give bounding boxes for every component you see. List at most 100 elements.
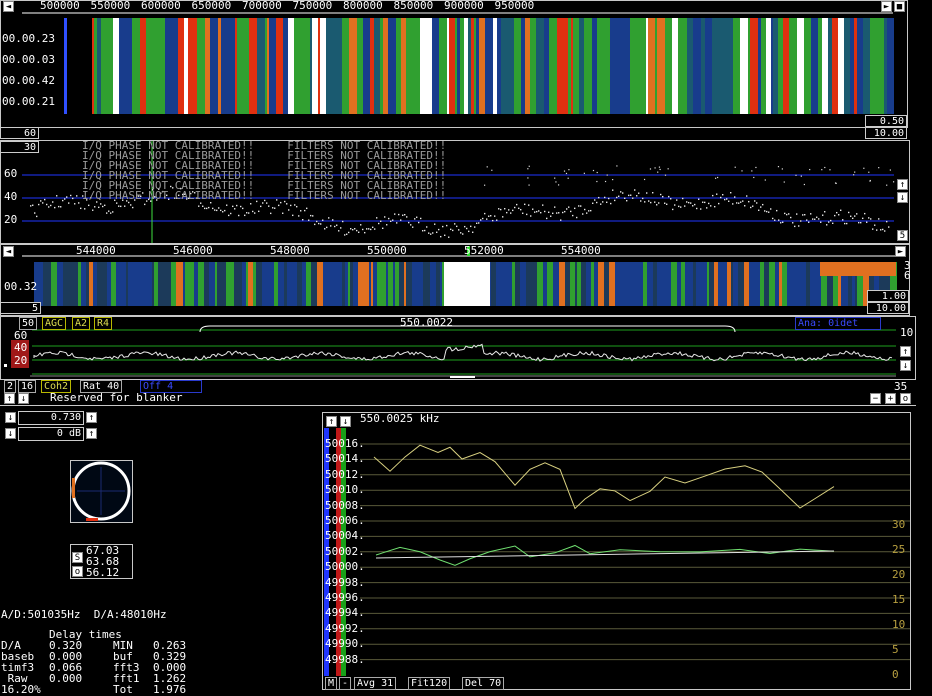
freq-y-label: 50002.	[325, 544, 365, 558]
hires-tick-label: 550000	[367, 244, 407, 257]
spectrum-up-button[interactable]: ↑	[897, 179, 908, 190]
close-button[interactable]: ■	[894, 1, 905, 12]
s-button[interactable]: S	[72, 552, 83, 563]
freq-plot-up[interactable]: ↑	[326, 416, 337, 427]
hires-tick-label: 552000	[464, 244, 504, 257]
delay-label: 16.20%	[1, 683, 41, 696]
agc-button[interactable]: AGC	[42, 317, 67, 330]
delay-value: 0.000	[49, 672, 83, 685]
s-meter-frame	[70, 460, 133, 523]
hires-left-value[interactable]: 5	[0, 302, 41, 314]
o-button[interactable]: o	[72, 566, 83, 577]
bb-up-button[interactable]: ↑	[900, 346, 911, 357]
freq-y-label: 49996.	[325, 591, 365, 604]
blanker-plus[interactable]: +	[885, 393, 896, 404]
spectrum-y-label: 40	[4, 190, 18, 203]
freq-plot-frame	[322, 412, 911, 690]
r4-button[interactable]: R4	[94, 317, 113, 330]
freq-tick-label: 550000	[90, 0, 131, 12]
bb-y-label: 20	[14, 354, 28, 367]
hires-range-value[interactable]: 10.00	[867, 302, 909, 314]
volume-value[interactable]: 0.730	[18, 411, 84, 425]
freq-tick-label: 850000	[393, 0, 434, 12]
freq-y-label: 50000.	[325, 560, 365, 574]
freq-y-label: 50004.	[325, 529, 365, 543]
hires-gain-value[interactable]: 1.00	[867, 290, 909, 302]
time-label: 00.00.23	[2, 32, 55, 45]
freq-y-label: 50014.	[325, 452, 365, 466]
freq-y-label: 49992.	[325, 621, 365, 635]
spectrum-y-label: 20	[4, 213, 18, 226]
freq-right-label: 10	[892, 618, 906, 631]
freq-plot-down[interactable]: ↓	[340, 416, 351, 427]
db-value[interactable]: 0 dB	[18, 427, 84, 441]
bb-mode-box[interactable]: Ana: 0idet	[795, 317, 881, 330]
scroll-left-button[interactable]: ◄	[3, 1, 14, 12]
hires-frame	[0, 244, 910, 316]
freq-minus-button[interactable]: -	[339, 677, 352, 690]
wide-waterfall-frame	[0, 0, 908, 128]
left-level-60[interactable]: 60	[0, 127, 39, 139]
calibration-warning: I/Q PHASE NOT CALIBRATED!! FILTERS NOT C…	[82, 189, 447, 202]
bb-y-label: 40	[14, 341, 28, 354]
hires-tick-label: 546000	[173, 244, 213, 257]
freq-tick-label: 600000	[141, 0, 181, 12]
bb-num-b[interactable]: 16	[18, 380, 37, 393]
spectrum-y-label: 60	[4, 167, 18, 180]
freq-right-label: 5	[892, 643, 899, 656]
freq-y-label: 49990.	[325, 637, 365, 651]
blanker-label: Reserved for blanker	[50, 391, 183, 404]
hires-scroll-left[interactable]: ◄	[3, 246, 14, 257]
freq-del-button[interactable]: Del 70	[462, 677, 505, 690]
freq-y-label: 49994.	[325, 606, 365, 620]
freq-fit-button[interactable]: Fit120	[408, 677, 451, 690]
delay-value: 1.976	[153, 683, 187, 696]
blanker-minus[interactable]: −	[870, 393, 881, 404]
ad-da-rates: A/D:501035Hz D/A:48010Hz	[1, 608, 167, 621]
a2-button[interactable]: A2	[72, 317, 91, 330]
spectrum-value-5[interactable]: 5	[897, 230, 908, 241]
blanker-up[interactable]: ↑	[4, 393, 15, 404]
freq-right-label: 25	[892, 543, 906, 556]
hires-scroll-right[interactable]: ►	[895, 246, 906, 257]
freq-tick-label: 650000	[191, 0, 232, 12]
freq-y-label: 49998.	[325, 575, 365, 589]
wide-range-value[interactable]: 10.00	[865, 127, 907, 139]
freq-y-label: 50008.	[325, 498, 365, 512]
freq-tick-label: 700000	[242, 0, 282, 12]
scroll-right-button[interactable]: ►	[881, 1, 892, 12]
time-label: 00.00.03	[2, 53, 55, 66]
blanker-separator	[0, 405, 916, 406]
hires-tick-label: 544000	[76, 244, 116, 257]
freq-y-label: 50006.	[325, 514, 365, 527]
hires-tick-label: 548000	[270, 244, 310, 257]
hires-tick-label: 554000	[561, 244, 601, 257]
hires-right-num: 6	[904, 269, 911, 282]
freq-y-label: 50016.	[325, 437, 365, 450]
spectrum-down-button[interactable]: ↓	[897, 192, 908, 203]
db-up-button[interactable]: ↑	[86, 428, 97, 439]
delay-label: Tot	[113, 683, 133, 696]
freq-avg-button[interactable]: Avg 31	[354, 677, 397, 690]
wide-gain-value[interactable]: 0.50	[865, 115, 907, 127]
freq-y-label: 50012.	[325, 467, 365, 481]
blanker-down[interactable]: ↓	[18, 393, 29, 404]
bb-num-a[interactable]: 2	[4, 380, 17, 393]
freq-tick-label: 900000	[444, 0, 484, 12]
freq-y-label: 49988.	[325, 652, 365, 666]
db-down-button[interactable]: ↓	[5, 428, 16, 439]
bb-down-button[interactable]: ↓	[900, 360, 911, 371]
freq-tick-label: 500000	[40, 0, 80, 12]
freq-tick-label: 750000	[292, 0, 333, 12]
volume-up-button[interactable]: ↑	[86, 412, 97, 423]
freq-right-label: 30	[892, 518, 906, 531]
volume-down-button[interactable]: ↓	[5, 412, 16, 423]
bb-center-freq: 550.0022	[400, 316, 453, 329]
freq-right-label: 20	[892, 568, 906, 581]
freq-right-label: 15	[892, 593, 906, 606]
meter-value: 56.12	[86, 566, 120, 579]
freq-m-button[interactable]: M	[325, 677, 338, 690]
freq-y-label: 50010.	[325, 483, 365, 497]
freq-right-label: 0	[892, 668, 899, 681]
blanker-o[interactable]: o	[900, 393, 911, 404]
